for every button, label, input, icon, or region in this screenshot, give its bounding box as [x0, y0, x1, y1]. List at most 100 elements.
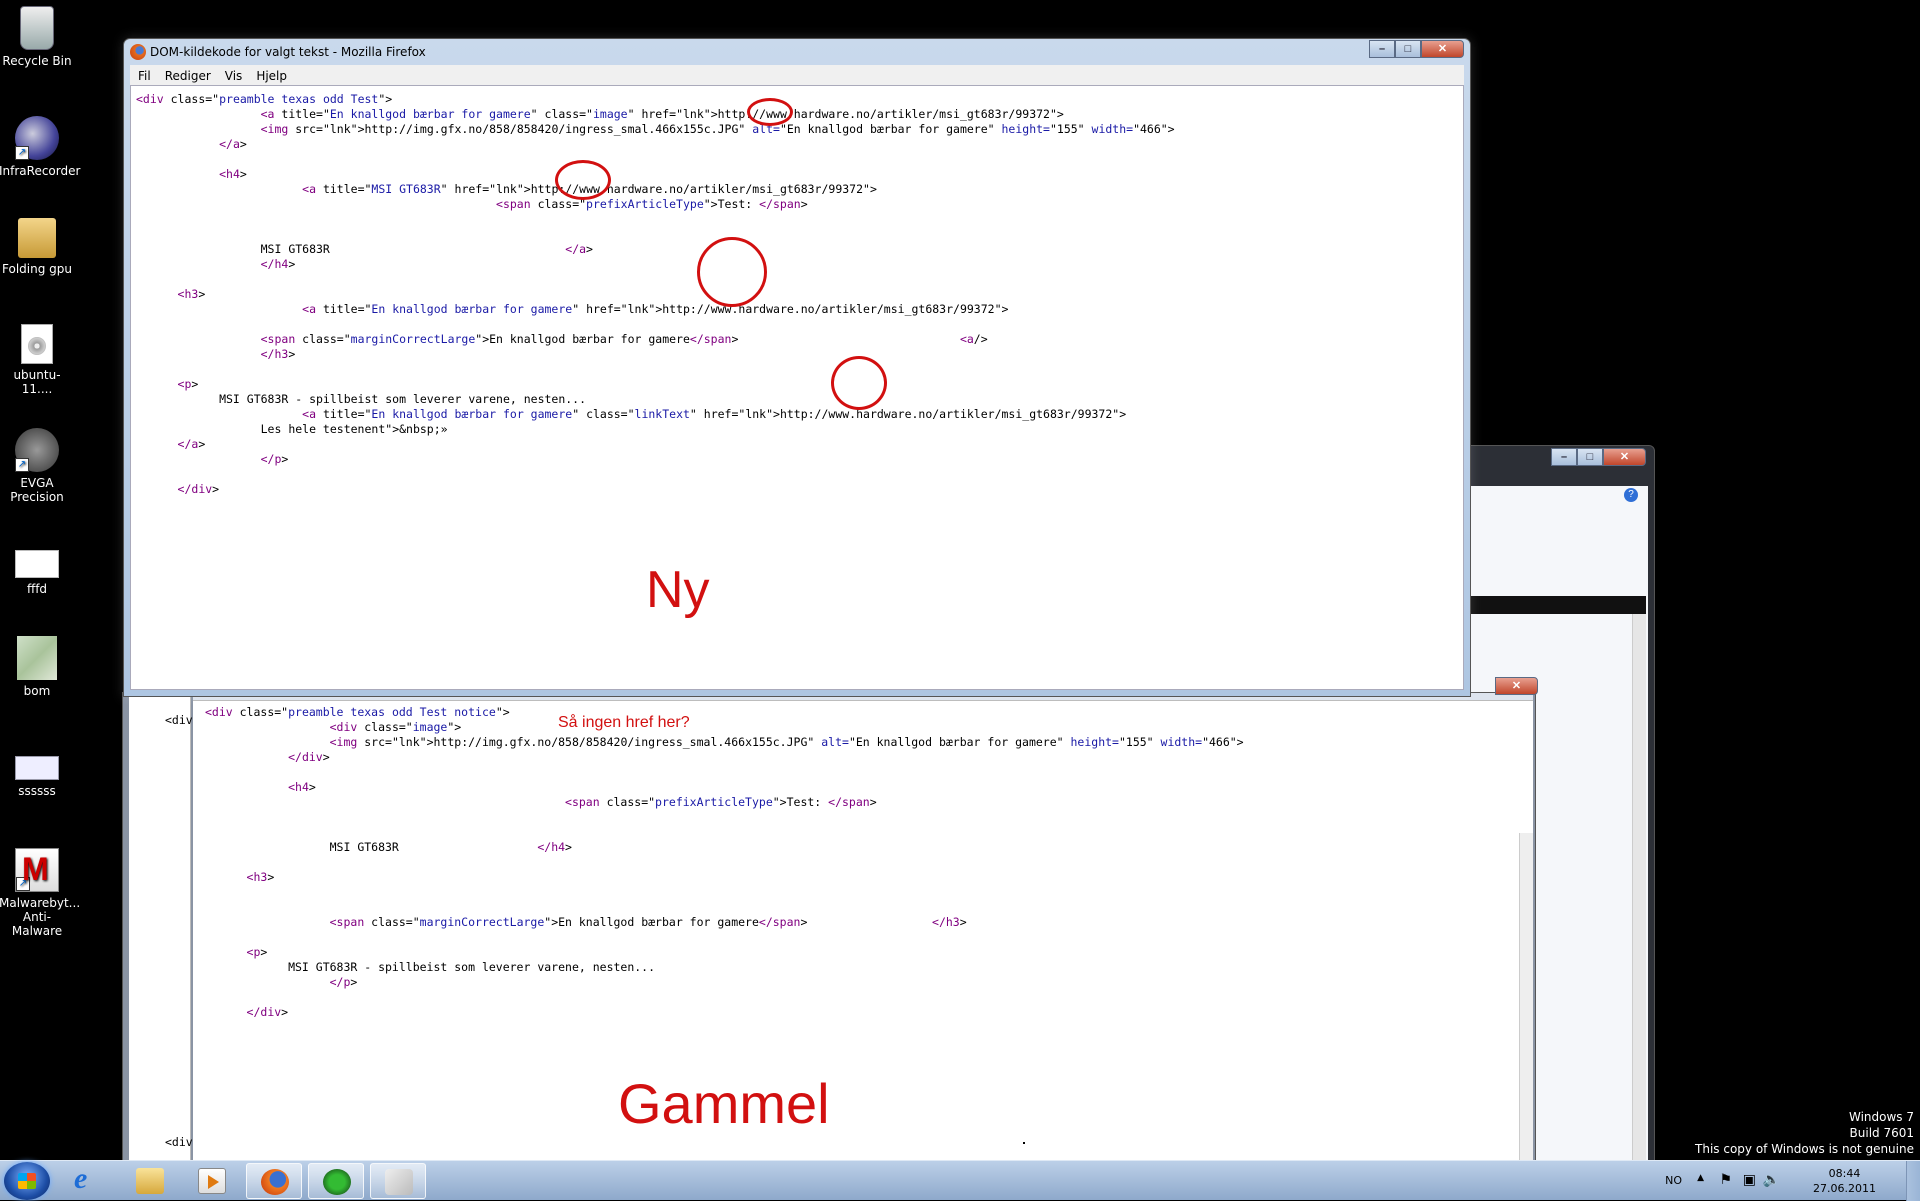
code-line: </h3>	[260, 347, 296, 361]
minimize-button[interactable]: –	[1551, 448, 1577, 466]
code-line: <span class="prefixArticleType">Test: </…	[565, 795, 877, 809]
code-line: <div class="preamble texas odd Test noti…	[205, 705, 510, 719]
close-button[interactable]: ✕	[1495, 677, 1538, 695]
code-fragment: <div	[165, 1135, 193, 1149]
question-annotation: Så ingen href her?	[558, 714, 690, 731]
desktop-icon-infrarecorder[interactable]: ↗ InfraRecorder	[0, 116, 81, 178]
desktop-icon-recycle-bin[interactable]: Recycle Bin	[0, 6, 75, 68]
href-highlight-circle	[697, 237, 767, 307]
evga-precision-icon: ↗	[15, 428, 59, 472]
vertical-scrollbar[interactable]	[1632, 614, 1646, 1164]
menu-vis[interactable]: Vis	[225, 69, 243, 83]
href-highlight-circle	[555, 160, 611, 200]
watermark-line: Windows 7	[1848, 1110, 1914, 1124]
menu-bar: Fil Rediger Vis Hjelp	[130, 65, 1464, 85]
show-hidden-icons-button[interactable]: ▲	[1697, 1173, 1704, 1183]
title-bar[interactable]: DOM-kildekode for valgt tekst - Mozilla …	[124, 39, 1470, 65]
background-window-toolbar	[1466, 596, 1646, 614]
desktop-icon-malwarebytes[interactable]: ↗ Malwarebyt... Anti-Malware	[0, 848, 80, 938]
firefox-icon	[130, 44, 146, 60]
show-desktop-button[interactable]	[1906, 1161, 1920, 1201]
network-icon[interactable]: ▣	[1743, 1172, 1756, 1188]
code-line: </p>	[329, 975, 358, 989]
href-highlight-circle	[831, 356, 887, 410]
desktop-icon-ssssss[interactable]: ssssss	[0, 746, 75, 798]
code-line: <span class="marginCorrectLarge">En knal…	[329, 915, 967, 929]
infrarecorder-icon: ↗	[15, 116, 59, 160]
desktop-icon-fffd[interactable]: fffd	[0, 542, 75, 596]
taskbar-internet-explorer[interactable]: e	[60, 1162, 116, 1199]
close-button[interactable]: ✕	[1421, 40, 1464, 58]
recycle-bin-icon	[20, 6, 54, 50]
desktop-icon-label: fffd	[26, 582, 48, 596]
code-line: </a>	[219, 137, 247, 151]
window-title: DOM-kildekode for valgt tekst - Mozilla …	[150, 45, 426, 59]
code-line: Les hele testenent">&nbsp;»	[136, 422, 448, 436]
desktop-icon-label: EVGA Precision	[10, 476, 64, 504]
taskbar: e NO ▲ ⚑ ▣ 🔈 08:44 27.06.2011	[0, 1160, 1920, 1201]
map-image-icon	[17, 636, 57, 680]
code-line: <a title="En knallgod bærbar for gamere"…	[302, 302, 1009, 316]
menu-fil[interactable]: Fil	[138, 69, 151, 83]
desktop-icon-evga-precision[interactable]: ↗ EVGA Precision	[0, 428, 75, 504]
taskbar-paint[interactable]	[370, 1163, 426, 1199]
code-line: </div>	[177, 482, 220, 496]
code-line: </div>	[288, 750, 330, 764]
close-button[interactable]: ✕	[1603, 448, 1646, 466]
menu-rediger[interactable]: Rediger	[165, 69, 211, 83]
paint-icon	[385, 1169, 413, 1195]
code-line: <h3>	[177, 287, 206, 301]
code-line: MSI GT683R - spillbeist som leverer vare…	[205, 960, 656, 974]
desktop-icon-folding-gpu[interactable]: Folding gpu	[0, 218, 75, 276]
folder-icon	[18, 218, 56, 258]
media-player-icon	[198, 1168, 226, 1194]
desktop-icon-label: bom	[23, 684, 51, 698]
desktop-icon-bom[interactable]: bom	[0, 636, 75, 698]
maximize-button[interactable]: □	[1577, 448, 1603, 466]
vertical-scrollbar[interactable]	[1519, 833, 1533, 1163]
window-controls: ✕	[1495, 677, 1538, 695]
desktop-icon-ubuntu[interactable]: ubuntu-11....	[0, 324, 75, 396]
desktop-icon-label: InfraRecorder	[0, 164, 81, 178]
taskbar-media-player[interactable]	[184, 1163, 240, 1199]
old-dom-source-window[interactable]: <div <div <div class="preamble texas odd…	[122, 677, 1538, 1163]
volume-icon[interactable]: 🔈	[1763, 1172, 1780, 1188]
taskbar-spotify[interactable]	[308, 1163, 364, 1199]
malwarebytes-icon: ↗	[15, 848, 59, 892]
code-line: <div class="preamble texas odd Test">	[136, 92, 393, 106]
code-line: </h4>	[260, 257, 296, 271]
gammel-annotation: Gammel	[618, 1072, 830, 1135]
start-button[interactable]	[4, 1162, 50, 1200]
help-icon[interactable]: ?	[1624, 488, 1638, 502]
desktop-icon-label: ubuntu-11....	[13, 368, 61, 396]
maximize-button[interactable]: □	[1395, 40, 1421, 58]
code-line: <p>	[246, 945, 268, 959]
clock-time: 08:44	[1828, 1167, 1861, 1180]
image-file-icon	[15, 756, 59, 780]
code-line: <a title="En knallgod bærbar for gamere"…	[260, 107, 1064, 121]
language-indicator[interactable]: NO	[1665, 1174, 1682, 1187]
spotify-icon	[323, 1169, 351, 1195]
action-center-flag-icon[interactable]: ⚑	[1719, 1172, 1732, 1188]
minimize-button[interactable]: –	[1369, 40, 1395, 58]
href-highlight-circle	[747, 98, 793, 126]
firefox-dom-source-window[interactable]: DOM-kildekode for valgt tekst - Mozilla …	[123, 38, 1471, 697]
menu-hjelp[interactable]: Hjelp	[256, 69, 287, 83]
code-line: <img src="lnk">http://img.gfx.no/858/858…	[329, 735, 1244, 749]
old-source-code: <div class="preamble texas odd Test noti…	[205, 705, 1244, 1020]
taskbar-windows-explorer[interactable]	[122, 1163, 178, 1199]
code-line: MSI GT683R </a>	[136, 242, 593, 256]
taskbar-firefox[interactable]	[246, 1163, 302, 1199]
clock[interactable]: 08:44 27.06.2011	[1813, 1166, 1876, 1196]
